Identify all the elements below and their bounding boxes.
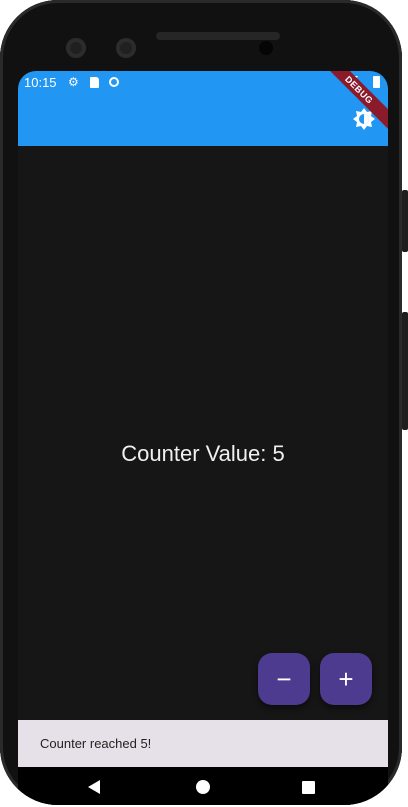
increment-button[interactable]: +	[320, 653, 372, 705]
phone-frame: 10:15 ⚙ DEBUG Counter Value: 5 − + Count…	[0, 0, 402, 805]
screen: 10:15 ⚙ DEBUG Counter Value: 5 − + Count…	[18, 71, 388, 767]
earpiece-speaker	[156, 32, 280, 40]
gear-icon: ⚙	[68, 75, 79, 89]
recents-icon[interactable]	[302, 781, 315, 794]
decrement-button[interactable]: −	[258, 653, 310, 705]
sd-card-icon	[90, 77, 99, 88]
front-camera-icon	[116, 38, 136, 58]
front-camera-icon	[66, 38, 86, 58]
snackbar: Counter reached 5!	[18, 720, 388, 767]
volume-button	[402, 312, 408, 430]
app-bar	[18, 95, 388, 146]
back-icon[interactable]	[88, 780, 100, 794]
status-bar: 10:15 ⚙	[18, 71, 388, 95]
sync-icon	[109, 77, 119, 87]
battery-icon	[373, 76, 380, 88]
status-time: 10:15	[24, 75, 57, 90]
snackbar-message: Counter reached 5!	[40, 736, 152, 751]
power-button	[402, 190, 408, 252]
counter-value-label: Counter Value: 5	[121, 441, 285, 466]
navigation-bar	[18, 767, 388, 805]
home-icon[interactable]	[196, 780, 210, 794]
proximity-sensor	[259, 41, 273, 55]
